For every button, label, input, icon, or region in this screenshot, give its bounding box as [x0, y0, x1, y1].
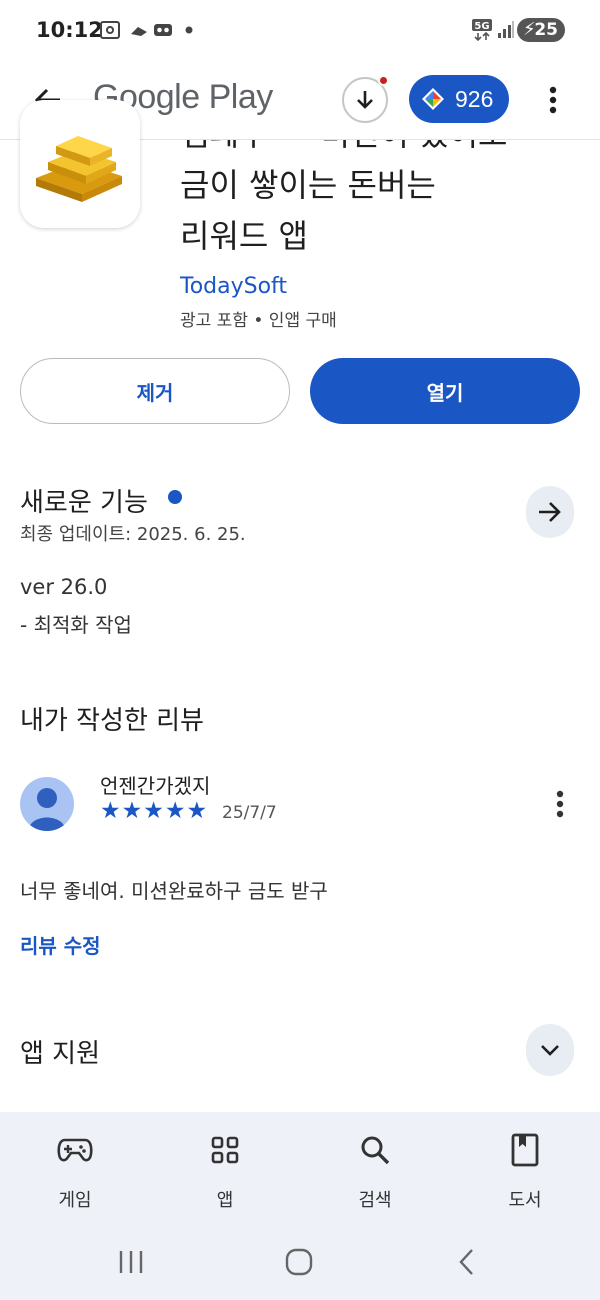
- whats-new-expand-button[interactable]: [526, 486, 574, 538]
- nav-item-apps[interactable]: 앱: [150, 1112, 300, 1225]
- review-date: 25/7/7: [222, 803, 277, 823]
- avatar: [20, 777, 74, 831]
- app-title-line: 리워드 앱: [180, 217, 308, 255]
- charging-icon: ⚡: [523, 19, 536, 40]
- review-text: 너무 좋네여. 미션완료하구 금도 받구: [20, 879, 328, 903]
- svg-text:5G: 5G: [474, 21, 489, 32]
- star-icon: ★: [186, 798, 208, 824]
- gamepad-icon: [55, 1132, 95, 1168]
- play-points-icon: [422, 88, 444, 110]
- system-back-icon: [459, 1249, 473, 1275]
- update-note: - 최적화 작업: [20, 613, 132, 637]
- overflow-menu-button[interactable]: [536, 78, 570, 122]
- home-button[interactable]: [269, 1237, 329, 1287]
- signal-icon: [496, 18, 516, 42]
- nav-item-books[interactable]: 도서: [450, 1112, 600, 1225]
- downloads-button[interactable]: [342, 75, 389, 123]
- new-indicator-dot: [168, 490, 182, 504]
- apps-grid-icon: [205, 1132, 245, 1168]
- developer-link[interactable]: TodaySoft: [180, 274, 287, 299]
- system-back-button[interactable]: [437, 1237, 497, 1287]
- app-title-clipped-line: 엠페루 ― 미션이 있어도: [180, 140, 580, 160]
- app-title: 금이 쌓이는 돈버는 리워드 앱: [180, 160, 580, 262]
- home-icon: [285, 1248, 313, 1276]
- nav-label: 앱: [216, 1190, 234, 1211]
- star-icon: ★: [100, 798, 121, 824]
- reviewer-name: 언젠간가겠지: [100, 774, 211, 798]
- download-arrow-icon: [357, 91, 373, 109]
- recent-apps-icon: [119, 1251, 143, 1273]
- arrow-forward-icon: [539, 502, 561, 522]
- more-vert-icon: [549, 86, 557, 114]
- chevron-down-icon: [541, 1045, 559, 1056]
- recent-apps-button[interactable]: [101, 1237, 161, 1287]
- whats-new-title: 새로운 기능: [20, 488, 148, 518]
- star-rating: ★ ★ ★ ★ ★: [100, 798, 207, 824]
- points-balance: 926: [455, 85, 494, 112]
- star-icon: ★: [164, 798, 186, 824]
- review-menu-button[interactable]: [548, 784, 572, 824]
- more-vert-icon: [556, 790, 564, 818]
- notification-dot-icon: [184, 18, 194, 42]
- star-icon: ★: [121, 798, 143, 824]
- my-review-title: 내가 작성한 리뷰: [20, 706, 204, 736]
- network-5g-icon: 5G: [470, 18, 494, 42]
- app-title-line: 금이 쌓이는 돈버는: [180, 166, 436, 204]
- voicemail-icon: [152, 18, 174, 42]
- book-icon: [505, 1132, 545, 1168]
- person-icon: [28, 788, 66, 831]
- nav-label: 게임: [58, 1190, 92, 1211]
- app-icon[interactable]: [20, 100, 140, 228]
- edit-review-link[interactable]: 리뷰 수정: [20, 930, 101, 959]
- app-support-title: 앱 지원: [20, 1039, 101, 1069]
- nav-item-games[interactable]: 게임: [0, 1112, 150, 1225]
- gold-bars-icon: [36, 136, 122, 202]
- app-support-expand-button[interactable]: [526, 1024, 574, 1076]
- battery-level: 25: [534, 20, 558, 40]
- status-time: 10:12: [36, 18, 103, 42]
- battery-indicator: ⚡ 25: [517, 18, 565, 42]
- nav-item-search[interactable]: 검색: [300, 1112, 450, 1225]
- system-navigation-bar: [0, 1225, 600, 1300]
- status-bar: 10:12 5G ⚡ 25: [0, 0, 600, 60]
- cloud-icon: [128, 18, 150, 42]
- play-points-button[interactable]: 926: [409, 75, 509, 123]
- star-icon: ★: [143, 798, 164, 824]
- uninstall-button[interactable]: 제거: [20, 358, 290, 424]
- search-icon: [355, 1132, 395, 1168]
- app-meta-info: 광고 포함 • 인앱 구매: [180, 311, 337, 331]
- nav-label: 도서: [508, 1190, 542, 1211]
- nav-label: 검색: [358, 1190, 392, 1211]
- screenshot-icon: [98, 18, 122, 42]
- open-button[interactable]: 열기: [310, 358, 580, 424]
- notification-badge: [378, 75, 389, 86]
- version-text: ver 26.0: [20, 575, 108, 599]
- bottom-navigation: 게임 앱 검색 도서: [0, 1112, 600, 1225]
- last-updated: 최종 업데이트: 2025. 6. 25.: [20, 524, 246, 545]
- screen: 10:12 5G ⚡ 25 Google Play 926 금이 쌓이는 돈버는…: [0, 0, 600, 1300]
